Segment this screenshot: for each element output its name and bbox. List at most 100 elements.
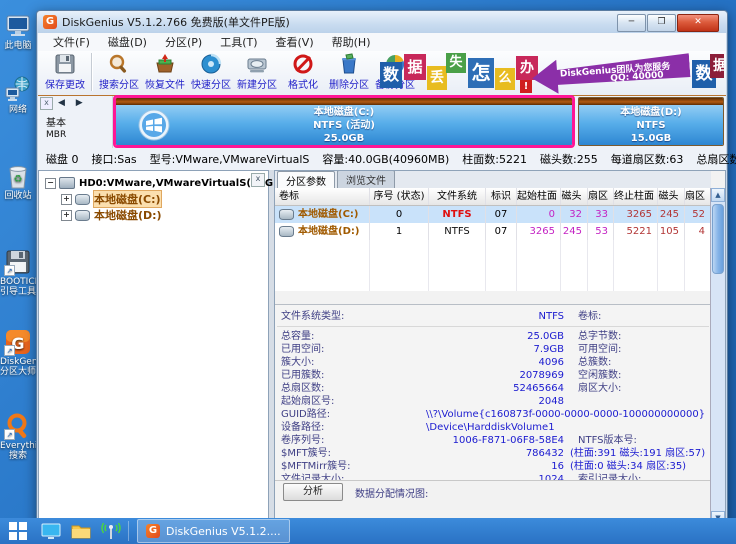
ad-banner[interactable]: 数 据 丢 失 怎 么 办 ! DiskGenius团队为您服务 QQ: 400… [380,52,724,94]
quick-partition-button[interactable]: 快速分区 [188,51,234,95]
detail-label: 总字节数: [578,330,621,343]
table-row-d[interactable]: 本地磁盘(D:) 1 NTFS 07 3265 245 53 5221 105 … [275,223,711,240]
desktop-icon-this-pc[interactable]: 此电脑 [0,12,36,51]
partition-table: 卷标 序号 (状态) 文件系统 标识 起始柱面 磁头 扇区 终止柱面 磁头 扇区… [275,188,711,291]
col-end-sector[interactable]: 扇区 [685,188,711,205]
cell-start-cylinder: 3265 [517,223,561,240]
taskbar-app-label: DiskGenius V5.1.2.... [166,525,281,538]
partition-bar-c[interactable]: 本地磁盘(C:) NTFS (活动) 25.0GB [115,97,573,146]
menu-disk[interactable]: 磁盘(D) [99,34,156,50]
close-button[interactable]: ✕ [677,14,719,32]
desktop-icon-recycle-bin[interactable]: ♻ 回收站 [0,162,36,201]
vertical-scrollbar[interactable]: ▲ ▼ [710,188,725,525]
analyze-button[interactable]: 分析 [283,483,343,501]
col-id[interactable]: 标识 [486,188,517,205]
disk-scheme-label: MBR [46,130,66,140]
taskbar: G DiskGenius V5.1.2.... [0,518,736,544]
new-partition-button[interactable]: 新建分区 [234,51,280,95]
toolbar-separator [91,53,93,91]
col-filesystem[interactable]: 文件系统 [429,188,486,205]
col-number-status[interactable]: 序号 (状态) [370,188,429,205]
delete-partition-button[interactable]: 删除分区 [326,51,372,95]
col-start-head[interactable]: 磁头 [561,188,588,205]
desktop-icon-everything[interactable]: ↗ Everything搜索 [0,412,36,461]
recycle-bin-icon: ♻ [4,162,32,190]
desktop-icon-network[interactable]: 网络 [0,76,36,115]
scroll-up-icon[interactable]: ▲ [711,188,725,202]
tree-node-c[interactable]: + 本地磁盘(C:) [39,191,268,207]
toolbar-label: 恢复文件 [145,76,185,91]
detail-value: 16 [426,460,564,473]
quick-partition-icon [200,53,222,75]
partition-size: 15.0GB [631,132,672,145]
diskgenius-icon: G ↗ [4,328,32,356]
diskgenius-window: G DiskGenius V5.1.2.766 免费版(单文件PE版) ─ ❐ … [36,10,728,528]
menu-partition[interactable]: 分区(P) [156,34,211,50]
col-start-cylinder[interactable]: 起始柱面 [517,188,561,205]
file-explorer-button[interactable] [66,518,96,544]
col-end-head[interactable]: 磁头 [658,188,685,205]
start-button[interactable] [0,518,36,544]
collapse-icon[interactable]: − [45,178,56,189]
menu-help[interactable]: 帮助(H) [323,34,380,50]
desktop-icon-label: 网络 [9,105,27,115]
expand-icon[interactable]: + [61,194,72,205]
maximize-button[interactable]: ❐ [647,14,676,32]
expand-icon[interactable]: + [61,210,72,221]
tab-partition-params[interactable]: 分区参数 [277,171,335,189]
partition-detail-panel: 分区参数 浏览文件 卷标 序号 (状态) 文件系统 标识 起始柱面 磁头 扇区 … [274,170,726,526]
save-changes-button[interactable]: 保存更改 [42,51,88,95]
desktop-icon-diskgenius[interactable]: G ↗ DiskGenius分区大师 [0,328,36,377]
cell-volume-label: 本地磁盘(C:) [298,206,358,223]
format-button[interactable]: 格式化 [280,51,326,95]
toolbar-label: 删除分区 [329,76,369,91]
scrollbar-thumb[interactable] [712,204,724,274]
recover-files-button[interactable]: 恢复文件 [142,51,188,95]
network-status-button[interactable] [96,518,126,544]
cell-start-head: 245 [561,223,588,240]
tree-node-d[interactable]: + 本地磁盘(D:) [39,207,268,223]
minimize-button[interactable]: ─ [617,14,646,32]
disk-nav-arrows[interactable]: ◀ ▶ [58,98,87,108]
col-volume-label[interactable]: 卷标 [275,188,370,205]
detail-label: $MFT簇号: [281,447,426,460]
title-bar[interactable]: G DiskGenius V5.1.2.766 免费版(单文件PE版) ─ ❐ … [37,11,727,33]
tab-browse-files[interactable]: 浏览文件 [337,170,395,188]
cell-id: 07 [486,223,517,240]
col-end-cylinder[interactable]: 终止柱面 [614,188,658,205]
desktop-icon-label: BOOTICE引导工具 [0,277,40,297]
ad-tile: 么 [495,68,515,90]
detail-value: 52465664 [426,382,564,395]
search-partition-button[interactable]: 搜索分区 [96,51,142,95]
taskbar-app-diskgenius[interactable]: G DiskGenius V5.1.2.... [137,519,290,543]
disk-type-label: 基本 [46,114,66,129]
menu-tools[interactable]: 工具(T) [211,34,266,50]
detail-label: 卷标: [578,310,601,323]
desktop-icon-bootice[interactable]: ↗ BOOTICE引导工具 [0,248,36,297]
detail-suffix: (柱面:391 磁头:191 扇区:57) [570,447,705,460]
cell-filesystem: NTFS [429,206,486,223]
disk-tree-panel: x − HD0:VMware,VMwareVirtualS(40GB) + 本地… [38,170,269,526]
tree-node-disk[interactable]: − HD0:VMware,VMwareVirtualS(40GB) [39,175,268,191]
cell-start-cylinder: 0 [517,206,561,223]
ad-tile: 丢 [427,66,447,90]
wireless-icon [101,521,121,541]
partition-bar-d[interactable]: 本地磁盘(D:) NTFS 15.0GB [578,97,724,146]
volume-icon [75,194,90,205]
toolbar-label: 保存更改 [45,76,85,91]
table-row-c[interactable]: 本地磁盘(C:) 0 NTFS 07 0 32 33 3265 245 52 [275,206,711,223]
panel-close-icon[interactable]: x [40,97,53,110]
folder-icon [71,521,91,541]
cell-number: 0 [370,206,429,223]
detail-label: $MFTMirr簇号: [281,460,426,473]
show-desktop-button[interactable] [36,518,66,544]
menu-view[interactable]: 查看(V) [267,34,323,50]
tab-bar: 分区参数 浏览文件 [275,171,711,189]
panel-close-icon[interactable]: x [251,173,265,187]
col-start-sector[interactable]: 扇区 [588,188,614,205]
menu-file[interactable]: 文件(F) [44,34,99,50]
desktop-icon-label: 回收站 [4,191,31,201]
disk-model: 型号:VMware,VMwareVirtualS [150,151,310,167]
windows-start-icon [9,522,27,540]
tree-node-label: 本地磁盘(C:) [94,191,161,207]
